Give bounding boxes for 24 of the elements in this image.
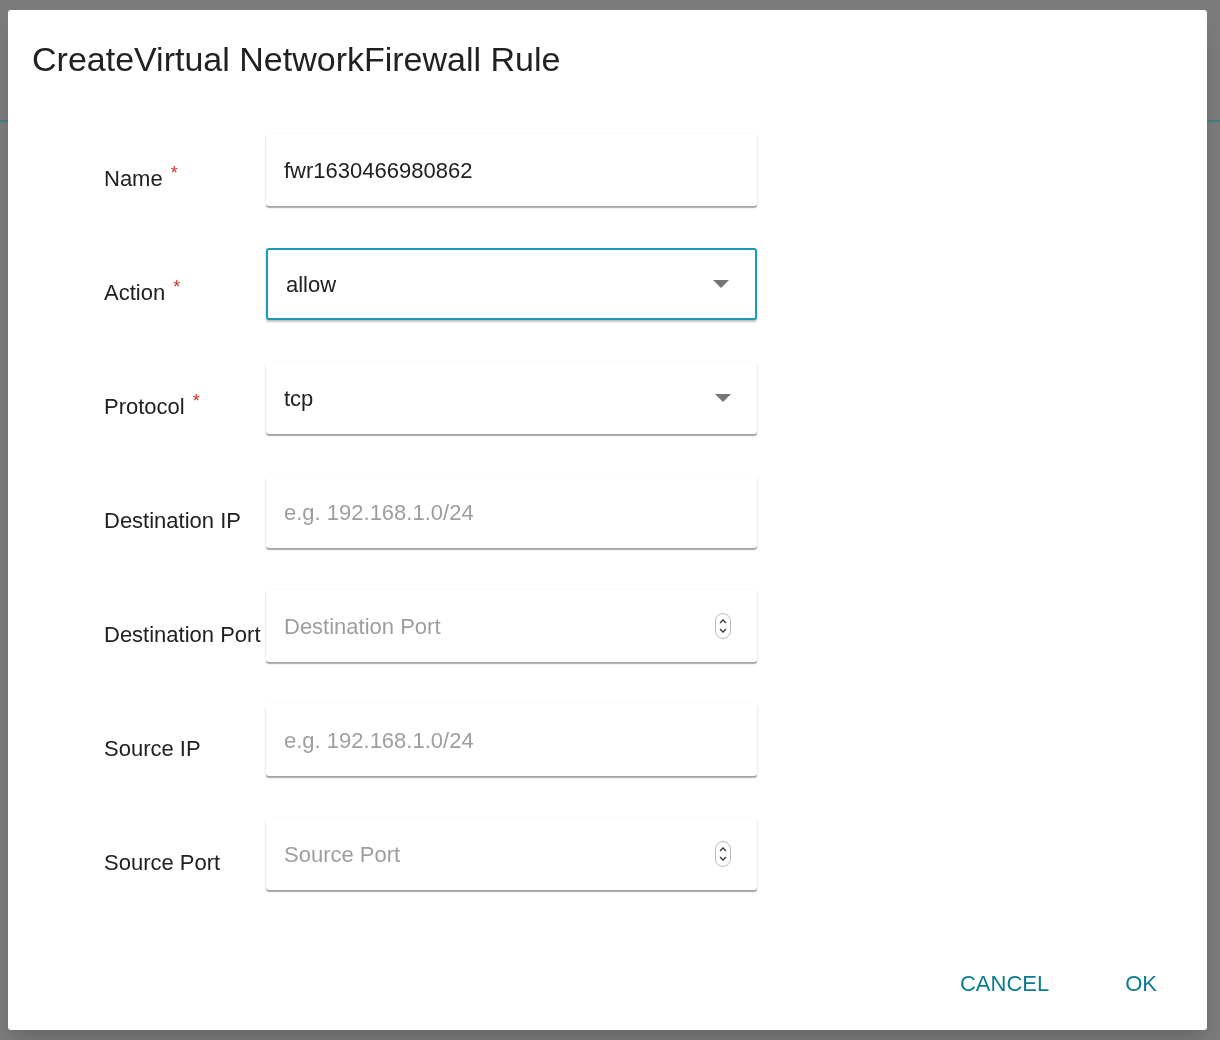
field-label: Action	[104, 278, 166, 307]
spinner-icon	[715, 841, 731, 867]
spinner-icon	[715, 613, 731, 639]
required-marker: *	[173, 277, 181, 296]
number-input-field[interactable]: Source Port	[266, 818, 757, 890]
dropdown[interactable]: allow	[266, 248, 757, 320]
input-field[interactable]: e.g. 192.168.1.0/24	[266, 476, 757, 548]
field-label: Name	[104, 164, 163, 193]
field-label: Destination IP	[104, 506, 241, 535]
dialog-button[interactable]: OK	[1115, 961, 1167, 1006]
required-marker: *	[170, 163, 178, 182]
dropdown-caret-icon	[713, 280, 729, 288]
dropdown[interactable]: tcp	[266, 362, 757, 434]
input-field[interactable]: e.g. 192.168.1.0/24	[266, 704, 757, 776]
dialog-title: CreateVirtual NetworkFirewall Rule	[32, 40, 561, 78]
number-input-field[interactable]: Destination Port	[266, 590, 757, 662]
field-label: Source IP	[104, 734, 201, 763]
field-label: Source Port	[104, 848, 221, 877]
input-field[interactable]: fwr1630466980862	[266, 134, 757, 206]
field-label: Protocol	[104, 392, 185, 421]
dropdown-caret-icon	[715, 394, 731, 402]
field-label: Destination Port	[104, 620, 261, 649]
required-marker: *	[192, 391, 200, 410]
dialog-button[interactable]: CANCEL	[949, 961, 1060, 1006]
